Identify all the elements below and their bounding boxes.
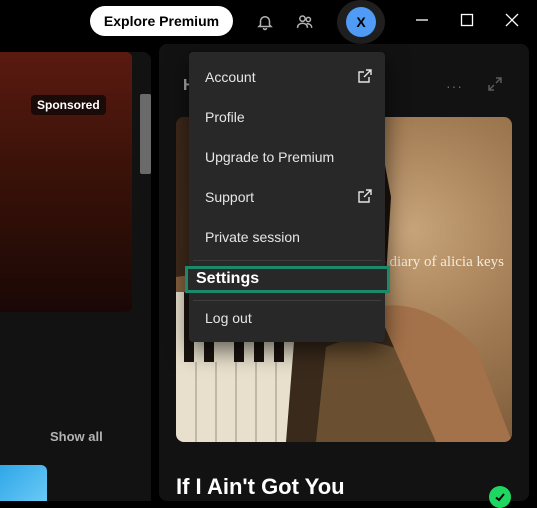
- settings-label: Settings: [196, 270, 260, 287]
- external-link-icon: [358, 189, 372, 203]
- menu-item-account[interactable]: Account: [189, 59, 385, 95]
- menu-item-label: Profile: [205, 109, 245, 125]
- song-title[interactable]: If I Ain't Got You: [176, 474, 345, 500]
- profile-avatar-button[interactable]: X: [337, 0, 385, 44]
- expand-icon[interactable]: [487, 76, 505, 94]
- maximize-window-icon[interactable]: [455, 8, 479, 32]
- menu-item-label: Account: [205, 69, 256, 85]
- top-bar: Explore Premium X: [0, 0, 537, 44]
- menu-item-label: Log out: [205, 310, 252, 326]
- menu-divider: [193, 260, 381, 261]
- menu-item-log-out[interactable]: Log out: [189, 300, 385, 336]
- menu-item-label: Private session: [205, 229, 300, 245]
- menu-item-profile[interactable]: Profile: [189, 99, 385, 135]
- menu-item-upgrade[interactable]: Upgrade to Premium: [189, 139, 385, 175]
- menu-item-label: Support: [205, 189, 255, 205]
- account-menu: Account Profile Upgrade to Premium Suppo…: [189, 52, 385, 342]
- minimize-window-icon[interactable]: [410, 8, 434, 32]
- menu-item-support[interactable]: Support: [189, 179, 385, 215]
- library-tile[interactable]: [0, 465, 47, 501]
- friend-activity-icon[interactable]: [293, 10, 317, 34]
- explore-premium-button[interactable]: Explore Premium: [90, 6, 233, 36]
- saved-check-icon[interactable]: [489, 486, 511, 508]
- bell-icon[interactable]: [253, 10, 277, 34]
- avatar: X: [346, 7, 376, 37]
- more-options-icon[interactable]: ···: [446, 78, 463, 94]
- scrollbar-thumb[interactable]: [140, 94, 151, 174]
- external-link-icon: [358, 69, 372, 83]
- show-all-link[interactable]: Show all: [50, 429, 103, 444]
- sponsored-badge: Sponsored: [31, 95, 106, 115]
- sponsored-banner[interactable]: Sponsored: [0, 52, 132, 312]
- left-panel: Sponsored Show all: [0, 52, 151, 501]
- menu-item-label: Upgrade to Premium: [205, 149, 335, 165]
- menu-item-private-session[interactable]: Private session: [189, 219, 385, 255]
- close-window-icon[interactable]: [500, 8, 524, 32]
